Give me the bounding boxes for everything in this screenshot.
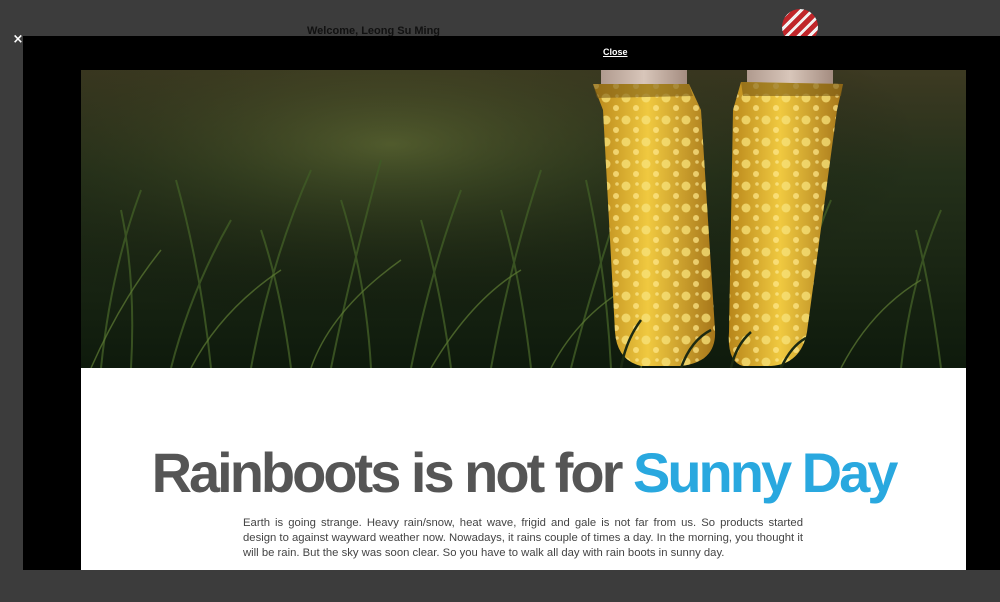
screen: Welcome, Leong Su Ming × Close Rainboots… [0,0,1000,602]
headline-accent: Sunny Day [633,441,898,504]
article-headline: Rainboots is not for Sunny Day [81,443,966,503]
article-card: Rainboots is not for Sunny Day Earth is … [81,70,966,570]
lightbox-modal: Close Rainboots is not for Sunny Day Ear… [23,36,1000,570]
article-body: Earth is going strange. Heavy rain/snow,… [243,517,803,559]
headline-main: Rainboots is not for [151,441,633,504]
hero-image [81,70,966,368]
close-link[interactable]: Close [603,47,628,57]
